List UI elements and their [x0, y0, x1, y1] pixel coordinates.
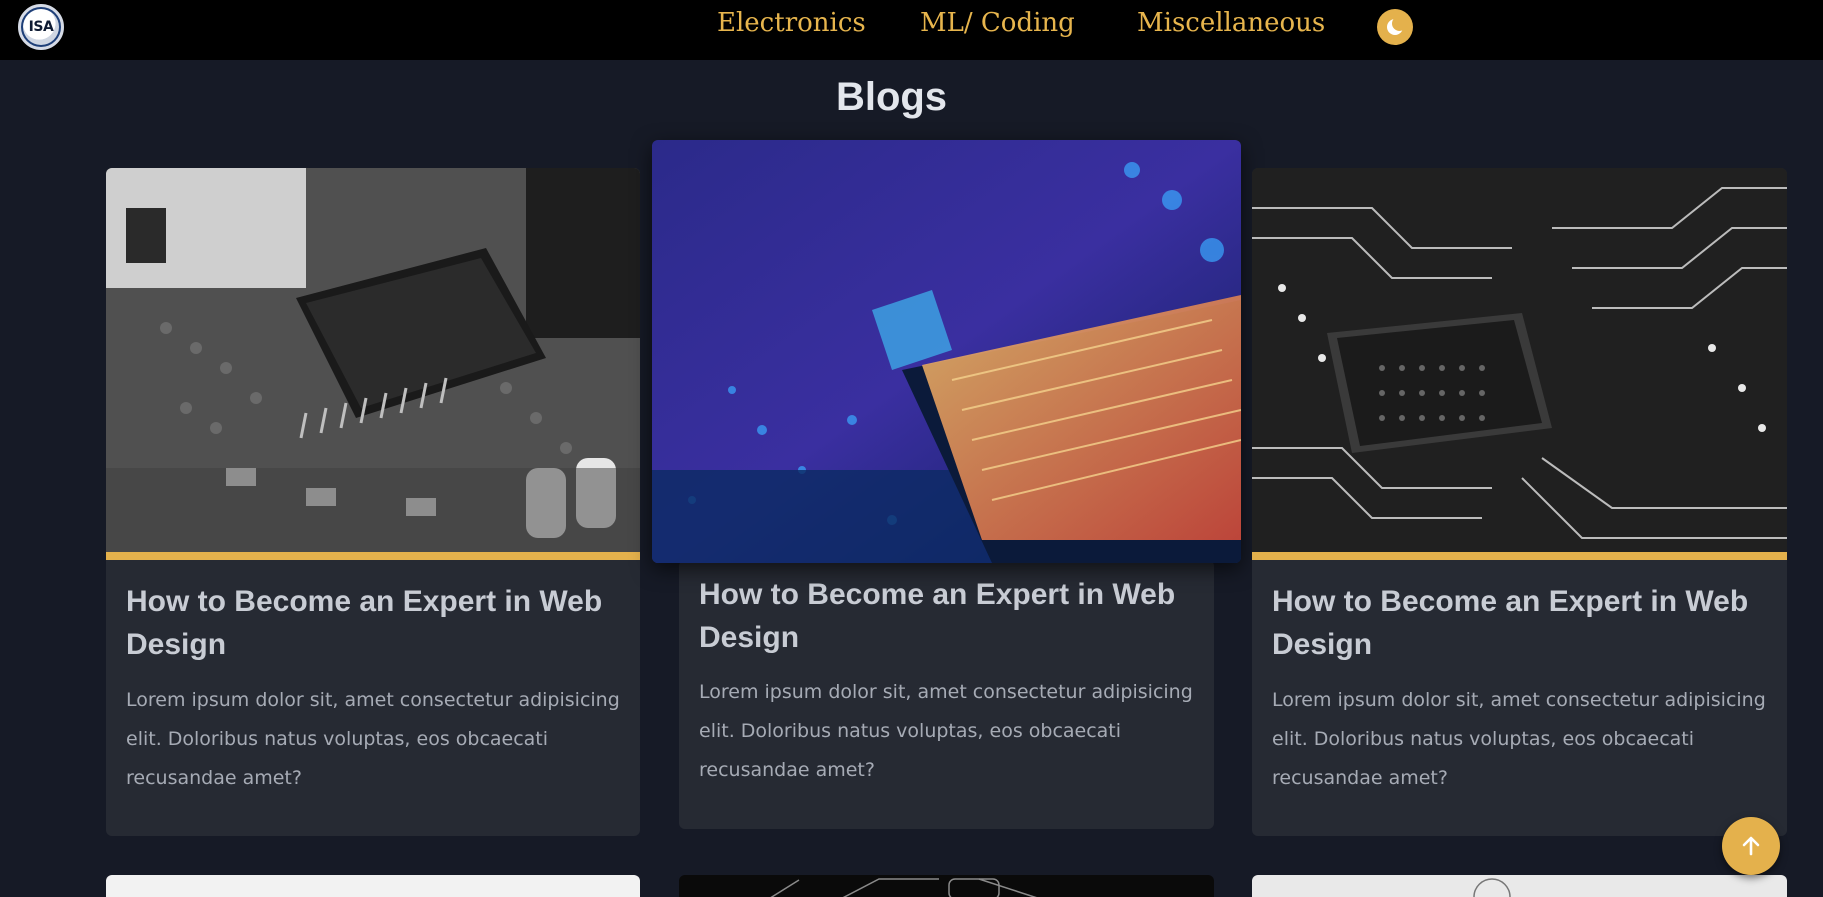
card-title[interactable]: How to Become an Expert in Web Design [699, 573, 1194, 659]
card-title[interactable]: How to Become an Expert in Web Design [1272, 580, 1767, 666]
moon-icon [1387, 16, 1407, 35]
blog-card-next-row[interactable] [106, 875, 640, 897]
card-excerpt: Lorem ipsum dolor sit, amet consectetur … [126, 689, 620, 789]
page-title: Blogs [835, 75, 948, 119]
card-excerpt: Lorem ipsum dolor sit, amet consectetur … [1272, 689, 1766, 789]
card-excerpt: Lorem ipsum dolor sit, amet consectetur … [699, 681, 1193, 781]
card-image[interactable] [652, 140, 1241, 563]
logo-text: ISA [23, 9, 59, 45]
nav-link-ml-coding[interactable]: ML/ Coding [920, 8, 1075, 38]
blog-card[interactable]: How to Become an Expert in Web Design Lo… [1252, 168, 1787, 836]
card-image [1252, 168, 1787, 552]
scroll-to-top-button[interactable] [1722, 817, 1780, 875]
card-accent-bar [1252, 552, 1787, 560]
card-title[interactable]: How to Become an Expert in Web Design [126, 580, 620, 666]
card-accent-bar [106, 552, 640, 560]
theme-toggle-button[interactable] [1377, 9, 1413, 45]
card-image [106, 168, 640, 552]
nav-link-miscellaneous[interactable]: Miscellaneous [1137, 8, 1325, 38]
site-logo[interactable]: ISA [18, 4, 64, 50]
nav-link-electronics[interactable]: Electronics [717, 8, 866, 38]
blog-card-next-row[interactable] [679, 875, 1214, 897]
navbar: ISA Electronics ML/ Coding Miscellaneous [0, 0, 1823, 60]
arrow-up-icon [1742, 836, 1760, 856]
blog-card[interactable]: How to Become an Expert in Web Design Lo… [679, 560, 1214, 829]
blog-card-next-row[interactable] [1252, 875, 1787, 897]
blog-card[interactable]: How to Become an Expert in Web Design Lo… [106, 168, 640, 836]
